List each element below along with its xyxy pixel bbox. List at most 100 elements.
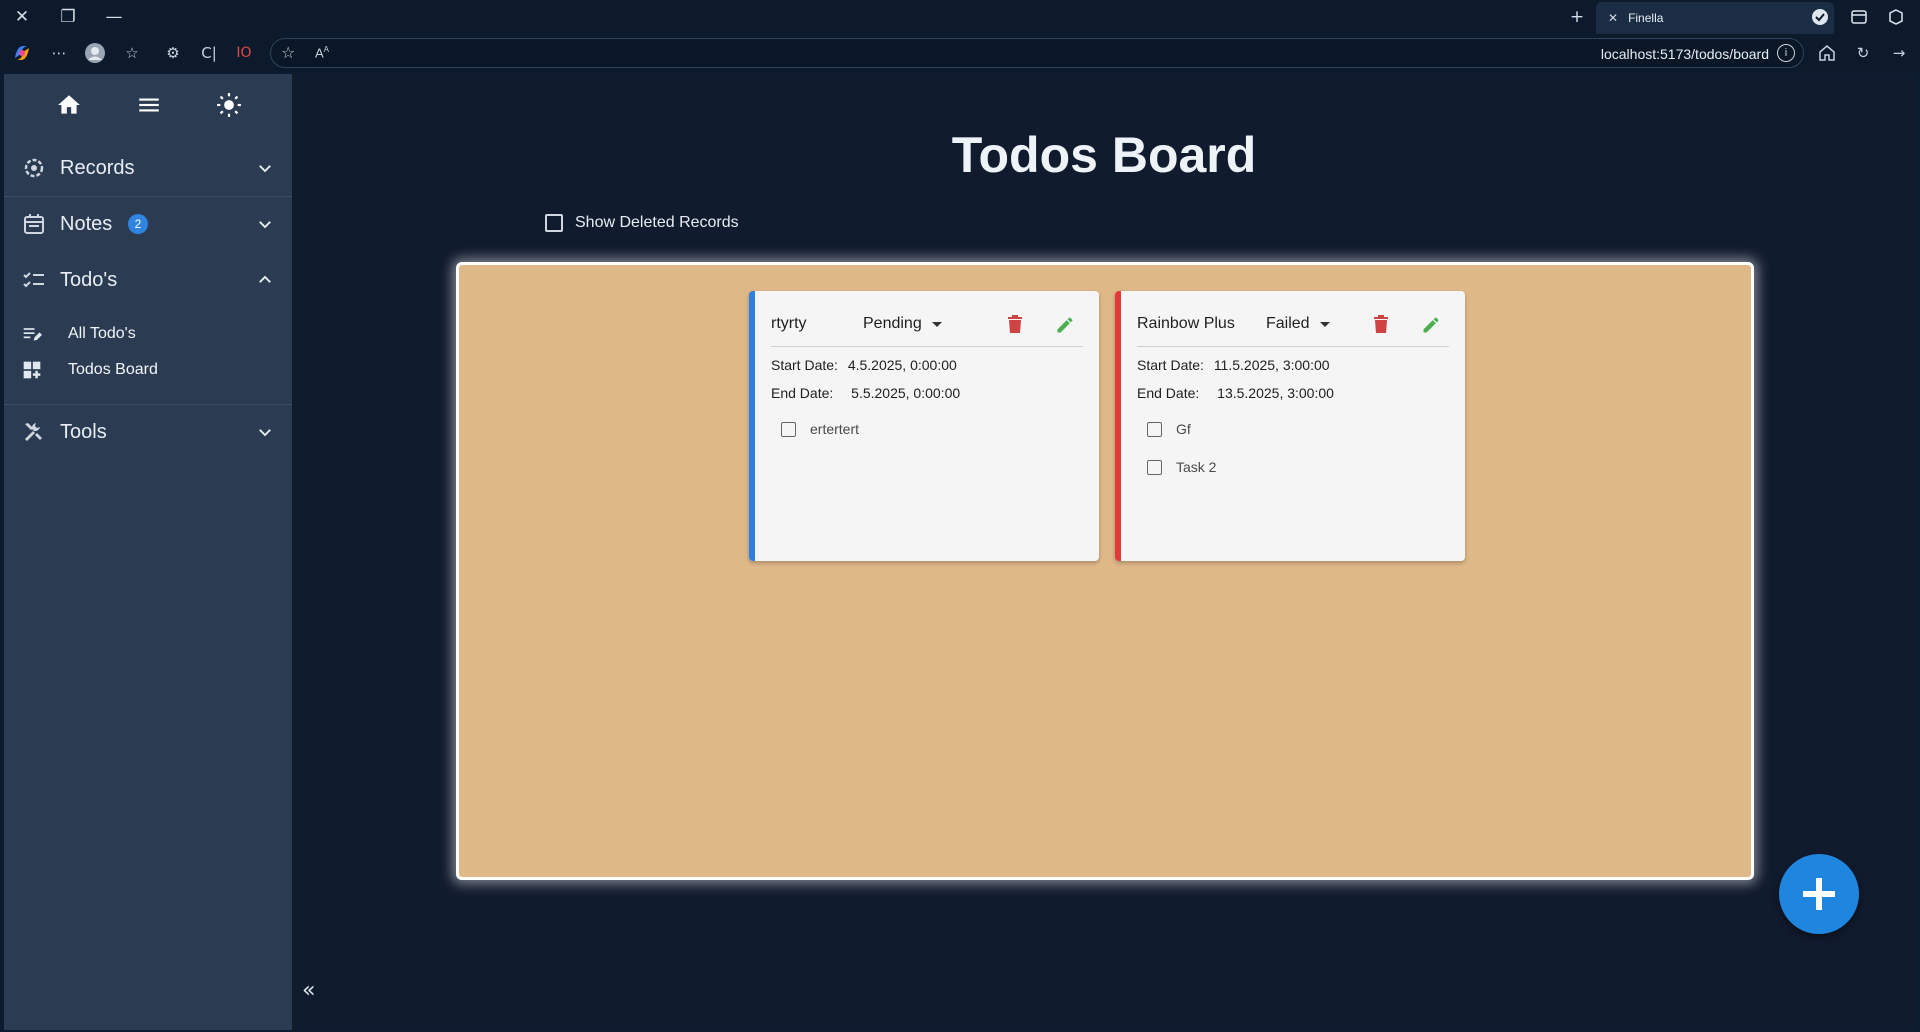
delete-icon[interactable]	[1007, 315, 1025, 335]
favorites-icon[interactable]: ☆	[120, 42, 144, 64]
status-dropdown[interactable]: Failed	[1266, 315, 1330, 333]
show-deleted-toggle[interactable]: Show Deleted Records	[545, 214, 739, 232]
extension-io-icon[interactable]: IO	[232, 42, 256, 64]
sidebar-group-label: Notes	[60, 212, 113, 235]
chevron-down-icon	[256, 423, 274, 441]
task-item[interactable]: Gf	[1147, 421, 1191, 437]
task-label: Task 2	[1176, 459, 1217, 475]
end-date-row: End Date: 5.5.2025, 0:00:00	[771, 385, 960, 401]
add-todo-button[interactable]	[1779, 854, 1859, 934]
edit-icon[interactable]	[1055, 315, 1075, 335]
copilot-icon[interactable]	[10, 42, 34, 64]
sidebar-group-todos[interactable]: Todo's	[4, 252, 292, 308]
notes-count-badge: 2	[128, 214, 148, 234]
browser-tab-title: Finella	[1628, 11, 1664, 25]
show-deleted-checkbox[interactable]	[545, 214, 563, 232]
records-icon	[22, 156, 46, 180]
calendar-icon	[22, 212, 46, 236]
sidebar-toolbar	[4, 74, 292, 134]
delete-icon[interactable]	[1373, 315, 1391, 335]
status-dropdown[interactable]: Pending	[863, 315, 942, 333]
theme-toggle-icon[interactable]	[216, 92, 242, 118]
browser-tab[interactable]: ✕ Finella	[1596, 2, 1834, 34]
edit-icon[interactable]	[1421, 315, 1441, 335]
sidebar-group-records[interactable]: Records	[4, 140, 292, 196]
todos-board: rtyrty Pending Start Date: 4.5.2025, 0:0…	[456, 262, 1754, 880]
task-checkbox[interactable]	[1147, 421, 1162, 437]
start-date-value: 11.5.2025, 3:00:00	[1213, 357, 1330, 373]
sidebar-item-all-todos[interactable]: All Todo's	[4, 317, 292, 351]
caret-down-icon	[1319, 321, 1330, 327]
extension-puzzle-icon[interactable]: ⚙	[161, 42, 185, 64]
collapse-sidebar-icon[interactable]: «	[302, 978, 315, 1003]
start-date-label: Start Date:	[771, 357, 838, 373]
favorite-star-icon[interactable]: ☆	[281, 43, 295, 62]
todo-card[interactable]: Rainbow Plus Failed Start Date: 11.5.202…	[1115, 291, 1465, 561]
home-icon[interactable]	[56, 92, 82, 118]
sidebar: Records Notes 2 Todo's All Todo's Todos …	[4, 74, 292, 1030]
show-deleted-label: Show Deleted Records	[575, 214, 739, 231]
card-header: rtyrty Pending	[771, 291, 1083, 347]
end-date-label: End Date:	[1137, 385, 1200, 401]
split-screen-icon[interactable]	[1847, 5, 1871, 29]
more-options-icon[interactable]: ⋯	[47, 42, 71, 64]
forward-icon[interactable]: →	[1887, 42, 1911, 64]
extension-ci-icon[interactable]: C|	[197, 42, 221, 64]
edit-list-icon	[22, 324, 42, 344]
profile-icon[interactable]	[83, 42, 107, 64]
browser-tab-bar: ✕ ❐ — + ✕ Finella	[0, 0, 1920, 34]
start-date-label: Start Date:	[1137, 357, 1204, 373]
start-date-row: Start Date: 11.5.2025, 3:00:00	[1137, 357, 1330, 373]
site-info-icon[interactable]: i	[1777, 44, 1795, 62]
chevron-up-icon	[256, 271, 274, 289]
card-status-stripe	[749, 291, 755, 561]
sidebar-item-label: Todos Board	[68, 361, 158, 378]
end-date-row: End Date: 13.5.2025, 3:00:00	[1137, 385, 1334, 401]
task-checkbox[interactable]	[781, 421, 796, 437]
read-aloud-icon[interactable]: AA	[315, 45, 329, 60]
sidebar-group-tools[interactable]: Tools	[4, 404, 292, 460]
extensions-icon[interactable]	[1884, 5, 1908, 29]
sidebar-group-label: Todo's	[60, 268, 118, 291]
menu-icon[interactable]	[136, 92, 162, 118]
todo-card[interactable]: rtyrty Pending Start Date: 4.5.2025, 0:0…	[749, 291, 1099, 561]
start-date-value: 4.5.2025, 0:00:00	[847, 357, 957, 373]
sidebar-item-label: All Todo's	[68, 325, 136, 342]
task-label: Gf	[1176, 421, 1191, 437]
chevron-down-icon	[256, 159, 274, 177]
end-date-value: 5.5.2025, 0:00:00	[851, 385, 961, 401]
card-title: Rainbow Plus	[1137, 315, 1235, 332]
sidebar-group-label: Tools	[60, 420, 107, 443]
sidebar-item-todos-board[interactable]: Todos Board	[4, 353, 292, 387]
chevron-down-icon	[256, 215, 274, 233]
task-item[interactable]: Task 2	[1147, 459, 1216, 475]
refresh-icon[interactable]: ↻	[1851, 42, 1875, 64]
home-browser-icon[interactable]	[1815, 42, 1839, 64]
status-value: Pending	[863, 315, 922, 332]
new-tab-icon[interactable]: +	[1565, 5, 1589, 29]
caret-down-icon	[931, 321, 942, 327]
sidebar-group-label: Records	[60, 156, 135, 179]
task-checkbox[interactable]	[1147, 459, 1162, 475]
app-window: Records Notes 2 Todo's All Todo's Todos …	[4, 74, 1916, 1030]
end-date-value: 13.5.2025, 3:00:00	[1217, 385, 1334, 401]
restore-window-icon[interactable]: ❐	[56, 5, 80, 29]
dashboard-icon	[22, 360, 42, 380]
minimize-window-icon[interactable]: —	[102, 5, 126, 29]
plus-icon	[1803, 878, 1835, 910]
vpn-icon[interactable]	[1808, 5, 1832, 29]
card-header: Rainbow Plus Failed	[1137, 291, 1449, 347]
close-window-icon[interactable]: ✕	[10, 5, 34, 29]
browser-address-bar: ⋯ ☆ ⚙ C| IO ☆ AA localhost:5173/todos/bo…	[0, 34, 1920, 72]
url-text: localhost:5173/todos/board	[1600, 46, 1769, 62]
tools-icon	[22, 420, 46, 444]
task-item[interactable]: ertertert	[781, 421, 859, 437]
card-status-stripe	[1115, 291, 1121, 561]
status-value: Failed	[1266, 315, 1310, 332]
url-field[interactable]: ☆ AA localhost:5173/todos/board i	[270, 38, 1804, 68]
checklist-icon	[22, 268, 46, 292]
close-tab-icon[interactable]: ✕	[1608, 11, 1618, 25]
start-date-row: Start Date: 4.5.2025, 0:00:00	[771, 357, 957, 373]
sidebar-group-notes[interactable]: Notes 2	[4, 196, 292, 252]
end-date-label: End Date:	[771, 385, 834, 401]
